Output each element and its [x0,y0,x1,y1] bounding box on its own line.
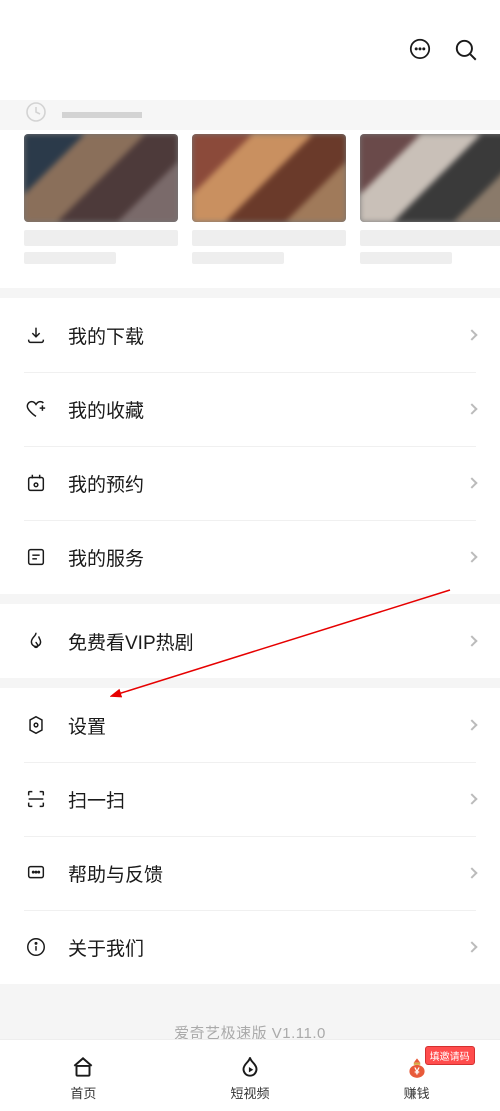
chevron-right-icon [466,941,477,952]
earn-badge: 填邀请码 [425,1046,475,1065]
messages-icon[interactable] [406,36,434,64]
nav-label: 赚钱 [404,1083,430,1102]
chevron-right-icon [466,477,477,488]
scan-icon [24,787,48,811]
menu-favorites[interactable]: 我的收藏 [0,372,500,446]
chevron-right-icon [466,867,477,878]
menu-help-feedback[interactable]: 帮助与反馈 [0,836,500,910]
list-box-icon [24,545,48,569]
chevron-right-icon [466,403,477,414]
menu-label: 我的服务 [68,544,468,571]
menu-reservations[interactable]: 我的预约 [0,446,500,520]
flame-icon [24,629,48,653]
history-thumbnails [0,130,500,288]
chat-icon [24,861,48,885]
svg-text:¥: ¥ [414,1066,420,1077]
heart-plus-icon [24,397,48,421]
history-item[interactable] [192,134,346,264]
nav-label: 首页 [70,1083,96,1102]
menu-free-vip[interactable]: 免费看VIP热剧 [0,604,500,678]
menu-group-system: 设置 扫一扫 帮助与反馈 关于我们 [0,688,500,984]
chevron-right-icon [466,329,477,340]
menu-downloads[interactable]: 我的下载 [0,298,500,372]
menu-scan[interactable]: 扫一扫 [0,762,500,836]
menu-label: 我的下载 [68,322,468,349]
menu-label: 我的收藏 [68,396,468,423]
droplet-play-icon [237,1054,263,1080]
nav-label: 短视频 [230,1083,269,1102]
info-icon [24,935,48,959]
menu-services[interactable]: 我的服务 [0,520,500,594]
chevron-right-icon [466,793,477,804]
bottom-nav: 首页 短视频 ¥ 填邀请码 赚钱 [0,1039,500,1111]
menu-group-vip: 免费看VIP热剧 [0,604,500,678]
history-item[interactable] [24,134,178,264]
download-icon [24,323,48,347]
menu-label: 帮助与反馈 [68,860,468,887]
menu-about[interactable]: 关于我们 [0,910,500,984]
calendar-icon [24,471,48,495]
nav-earn[interactable]: ¥ 填邀请码 赚钱 [377,1054,457,1102]
clock-icon [24,100,48,124]
chevron-right-icon [466,551,477,562]
chevron-right-icon [466,635,477,646]
menu-group-mine: 我的下载 我的收藏 我的预约 我的服务 [0,298,500,594]
gear-icon [24,713,48,737]
home-icon [70,1054,96,1080]
search-icon[interactable] [452,36,480,64]
nav-home[interactable]: 首页 [43,1054,123,1102]
menu-label: 关于我们 [68,934,468,961]
watch-history-header: ▬▬▬▬ [0,100,500,130]
nav-short-video[interactable]: 短视频 [210,1054,290,1102]
menu-label: 免费看VIP热剧 [68,628,468,655]
chevron-right-icon [466,719,477,730]
menu-label: 扫一扫 [68,786,468,813]
header-bar [0,0,500,100]
history-item[interactable] [360,134,500,264]
menu-label: 设置 [68,712,468,739]
menu-label: 我的预约 [68,470,468,497]
menu-settings[interactable]: 设置 [0,688,500,762]
